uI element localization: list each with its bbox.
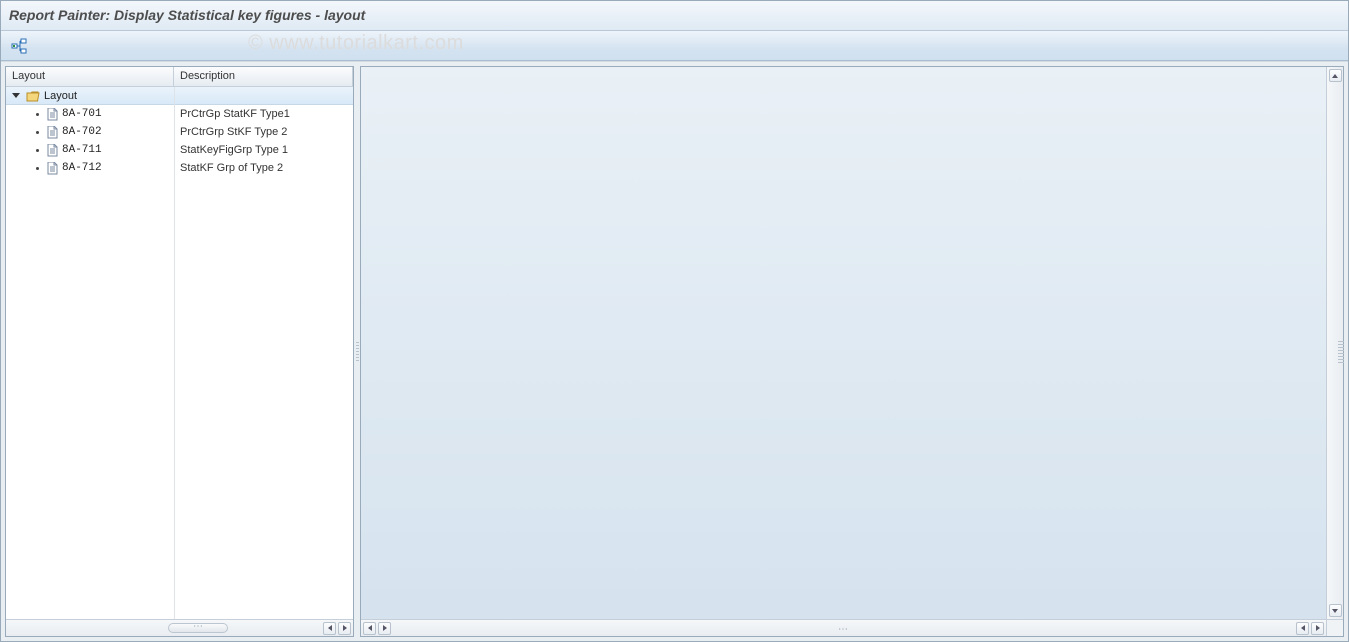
chevron-down-icon: [1332, 609, 1338, 613]
panel-resize-grip-icon[interactable]: [1338, 341, 1344, 363]
main-split: Layout Description Layout: [1, 61, 1348, 641]
tree-item-row[interactable]: 8A-702 PrCtrGrp StKF Type 2: [6, 123, 353, 141]
page-title: Report Painter: Display Statistical key …: [1, 1, 1348, 31]
collapse-caret-icon[interactable]: [12, 93, 20, 98]
content-scroll-track[interactable]: ⋯: [393, 623, 1294, 633]
toolbar: [1, 31, 1348, 61]
tree-panel: Layout Description Layout: [5, 66, 354, 637]
tree-column-divider[interactable]: [174, 87, 175, 619]
tree-horizontal-scrollbar[interactable]: [6, 619, 353, 636]
chevron-up-icon: [1332, 74, 1338, 78]
tree-scroll-right-button[interactable]: [338, 622, 351, 635]
tree-scroll-left-button[interactable]: [323, 622, 336, 635]
chevron-left-icon: [368, 625, 372, 631]
tree-item-desc: PrCtrGrp StKF Type 2: [174, 126, 353, 138]
content-scroll-left-button[interactable]: [363, 622, 376, 635]
tree-bullet-icon: [36, 149, 39, 152]
app-root: Report Painter: Display Statistical key …: [0, 0, 1349, 642]
tree-item-desc: StatKeyFigGrp Type 1: [174, 144, 353, 156]
content-scroll-right-end-button[interactable]: [1311, 622, 1324, 635]
document-icon: [47, 162, 58, 175]
tree-item-code: 8A-711: [62, 144, 102, 156]
chevron-right-icon: [1316, 625, 1320, 631]
tree-body: Layout 8A-701 PrCtrGp StatKF Type1: [6, 87, 353, 619]
content-scroll-right-button[interactable]: [378, 622, 391, 635]
expand-hierarchy-icon: [11, 38, 27, 54]
tree-root-row[interactable]: Layout: [6, 87, 353, 105]
tree-item-row[interactable]: 8A-711 StatKeyFigGrp Type 1: [6, 141, 353, 159]
chevron-left-icon: [328, 625, 332, 631]
chevron-right-icon: [383, 625, 387, 631]
tree-item-code: 8A-701: [62, 108, 102, 120]
tree-item-code: 8A-712: [62, 162, 102, 174]
document-icon: [47, 108, 58, 121]
chevron-right-icon: [343, 625, 347, 631]
tree-bullet-icon: [36, 131, 39, 134]
tree-bullet-icon: [36, 167, 39, 170]
tree-item-desc: StatKF Grp of Type 2: [174, 162, 353, 174]
tree-root-label: Layout: [44, 90, 77, 102]
scroll-corner: [1326, 619, 1343, 636]
content-scroll-down-button[interactable]: [1329, 604, 1342, 617]
scroll-grip-icon: ⋯: [838, 624, 849, 635]
folder-open-icon: [26, 90, 40, 102]
tree-item-row[interactable]: 8A-701 PrCtrGp StatKF Type1: [6, 105, 353, 123]
tree-scroll-thumb[interactable]: [168, 623, 228, 633]
chevron-left-icon: [1301, 625, 1305, 631]
tree-bullet-icon: [36, 113, 39, 116]
tree-header-layout[interactable]: Layout: [6, 67, 174, 86]
content-scroll-left-end-button[interactable]: [1296, 622, 1309, 635]
content-scroll-up-button[interactable]: [1329, 69, 1342, 82]
content-panel: ⋯: [360, 66, 1344, 637]
tree-header: Layout Description: [6, 67, 353, 87]
tree-item-desc: PrCtrGp StatKF Type1: [174, 108, 353, 120]
splitter-grip-icon: [356, 342, 359, 362]
content-horizontal-scrollbar[interactable]: ⋯: [361, 619, 1326, 636]
expand-hierarchy-button[interactable]: [7, 35, 31, 57]
tree-header-description[interactable]: Description: [174, 67, 353, 86]
document-icon: [47, 126, 58, 139]
tree-item-row[interactable]: 8A-712 StatKF Grp of Type 2: [6, 159, 353, 177]
document-icon: [47, 144, 58, 157]
tree-item-code: 8A-702: [62, 126, 102, 138]
